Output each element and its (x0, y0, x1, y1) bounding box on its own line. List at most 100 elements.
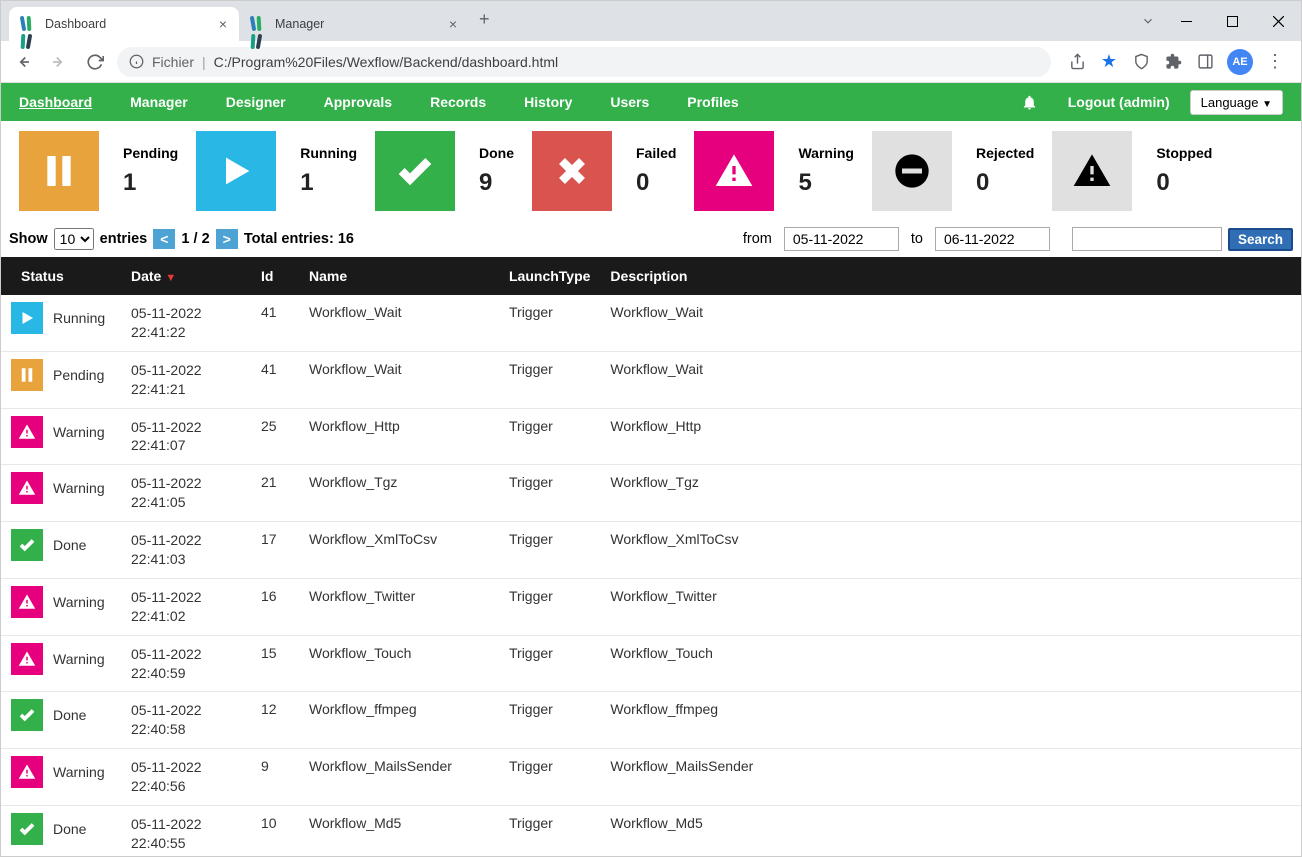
nav-item-dashboard[interactable]: Dashboard (19, 94, 92, 110)
status-text: Warning (53, 480, 105, 496)
table-row[interactable]: Warning05-11-202222:41:0725Workflow_Http… (1, 408, 1301, 465)
share-icon[interactable] (1067, 52, 1087, 72)
forward-button[interactable] (45, 48, 73, 76)
table-row[interactable]: Warning05-11-202222:40:5915Workflow_Touc… (1, 635, 1301, 692)
entries-select[interactable]: 10 (54, 228, 94, 250)
menu-dots-icon[interactable]: ⋮ (1265, 52, 1285, 72)
done-icon (375, 131, 455, 211)
date-cell: 05-11-202222:40:59 (121, 635, 251, 692)
col-date[interactable]: Date▼ (121, 257, 251, 295)
status-text: Warning (53, 594, 105, 610)
tab-title: Dashboard (45, 17, 106, 31)
stat-card-warning: Warning5 (694, 131, 853, 211)
nav-item-manager[interactable]: Manager (130, 94, 188, 110)
to-date-input[interactable] (935, 227, 1050, 251)
browser-tab[interactable]: Manager× (239, 7, 469, 41)
table-row[interactable]: Warning05-11-202222:40:569Workflow_Mails… (1, 749, 1301, 806)
table-row[interactable]: Warning05-11-202222:41:0216Workflow_Twit… (1, 578, 1301, 635)
nav-item-designer[interactable]: Designer (226, 94, 286, 110)
profile-avatar[interactable]: AE (1227, 49, 1253, 75)
date-cell: 05-11-202222:41:21 (121, 351, 251, 408)
table-row[interactable]: Done05-11-202222:40:5812Workflow_ffmpegT… (1, 692, 1301, 749)
date-cell: 05-11-202222:40:55 (121, 806, 251, 856)
launch-cell: Trigger (499, 806, 600, 856)
stat-label: Stopped (1156, 145, 1212, 161)
new-tab-button[interactable]: + (469, 9, 500, 30)
nav-item-approvals[interactable]: Approvals (324, 94, 392, 110)
shield-extension-icon[interactable] (1131, 52, 1151, 72)
close-window-button[interactable] (1255, 6, 1301, 36)
url-separator: | (202, 54, 206, 70)
date-cell: 05-11-202222:41:22 (121, 295, 251, 351)
prev-page-button[interactable]: < (153, 229, 175, 249)
warning-icon (11, 586, 43, 618)
warning-icon (11, 756, 43, 788)
table-row[interactable]: Done05-11-202222:40:5510Workflow_Md5Trig… (1, 806, 1301, 856)
running-icon (11, 302, 43, 334)
status-text: Warning (53, 764, 105, 780)
nav-item-users[interactable]: Users (610, 94, 649, 110)
launch-cell: Trigger (499, 635, 600, 692)
warning-icon (11, 416, 43, 448)
tab-favicon (21, 16, 37, 32)
nav-item-records[interactable]: Records (430, 94, 486, 110)
status-text: Running (53, 310, 105, 326)
table-row[interactable]: Warning05-11-202222:41:0521Workflow_TgzT… (1, 465, 1301, 522)
url-scheme: Fichier (152, 54, 194, 70)
chevron-down-icon[interactable] (1133, 6, 1163, 36)
browser-tab[interactable]: Dashboard × (9, 7, 239, 41)
maximize-button[interactable] (1209, 6, 1255, 36)
nav-item-history[interactable]: History (524, 94, 572, 110)
id-cell: 10 (251, 806, 299, 856)
bell-icon[interactable] (1021, 94, 1038, 111)
table-row[interactable]: Done05-11-202222:41:0317Workflow_XmlToCs… (1, 522, 1301, 579)
close-tab-icon[interactable]: × (219, 16, 227, 32)
status-text: Warning (53, 424, 105, 440)
launch-cell: Trigger (499, 465, 600, 522)
status-text: Done (53, 537, 86, 553)
total-entries: Total entries: 16 (244, 231, 354, 247)
desc-cell: Workflow_Twitter (600, 578, 1301, 635)
app-navbar: Dashboard Manager Designer Approvals Records… (1, 83, 1301, 121)
done-icon (11, 529, 43, 561)
language-dropdown[interactable]: Language ▼ (1190, 90, 1283, 115)
from-date-input[interactable] (784, 227, 899, 251)
id-cell: 21 (251, 465, 299, 522)
status-text: Pending (53, 367, 104, 383)
bookmark-star-icon[interactable]: ★ (1099, 52, 1119, 72)
stat-card-running: Running 1 (196, 131, 357, 211)
name-cell: Workflow_MailsSender (299, 749, 499, 806)
search-button[interactable]: Search (1228, 228, 1293, 251)
col-status[interactable]: Status (1, 257, 121, 295)
nav-item-profiles[interactable]: Profiles (687, 94, 738, 110)
close-tab-icon[interactable]: × (449, 16, 457, 32)
next-page-button[interactable]: > (216, 229, 238, 249)
name-cell: Workflow_XmlToCsv (299, 522, 499, 579)
extensions-icon[interactable] (1163, 52, 1183, 72)
minimize-button[interactable] (1163, 6, 1209, 36)
stat-label: Running (300, 145, 357, 161)
date-cell: 05-11-202222:41:03 (121, 522, 251, 579)
table-row[interactable]: Pending05-11-202222:41:2141Workflow_Wait… (1, 351, 1301, 408)
name-cell: Workflow_ffmpeg (299, 692, 499, 749)
sidepanel-icon[interactable] (1195, 52, 1215, 72)
page-indicator: 1 / 2 (181, 231, 209, 247)
url-text: C:/Program%20Files/Wexflow/Backend/dashb… (214, 54, 558, 70)
stat-card-stopped: Stopped0 (1052, 131, 1212, 211)
stat-value: 9 (479, 169, 514, 197)
logout-link[interactable]: Logout (admin) (1068, 94, 1170, 110)
stat-label: Warning (798, 145, 853, 161)
col-launchtype[interactable]: LaunchType (499, 257, 600, 295)
search-input[interactable] (1072, 227, 1222, 251)
name-cell: Workflow_Wait (299, 351, 499, 408)
name-cell: Workflow_Twitter (299, 578, 499, 635)
table-row[interactable]: Running05-11-202222:41:2241Workflow_Wait… (1, 295, 1301, 351)
warning-icon (694, 131, 774, 211)
reload-button[interactable] (81, 48, 109, 76)
col-description[interactable]: Description (600, 257, 1301, 295)
col-name[interactable]: Name (299, 257, 499, 295)
desc-cell: Workflow_Touch (600, 635, 1301, 692)
col-id[interactable]: Id (251, 257, 299, 295)
stat-value: 1 (300, 169, 357, 197)
pending-icon (11, 359, 43, 391)
